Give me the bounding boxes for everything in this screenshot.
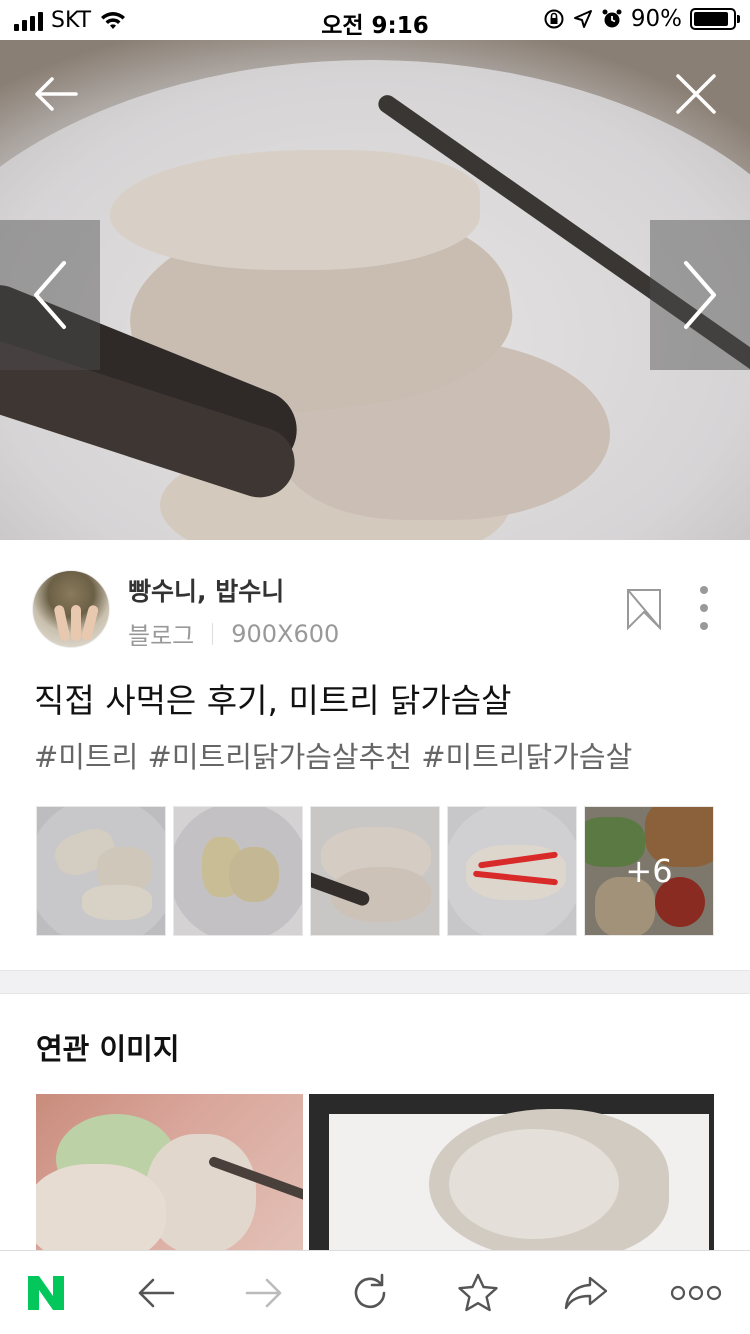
related-images-title: 연관 이미지	[36, 1032, 180, 1066]
back-arrow-icon	[138, 1278, 175, 1308]
reload-icon	[354, 1273, 386, 1309]
thumbnail-more[interactable]: +6	[584, 806, 714, 936]
naver-home-icon	[28, 1276, 64, 1310]
post-info: 빵수니, 밥수니 블로그 900X600 직접 사먹은 후기, 미트리 닭가슴살…	[0, 540, 750, 970]
back-button[interactable]	[28, 70, 84, 118]
chevron-right-icon	[684, 261, 716, 329]
reload-button[interactable]	[346, 1271, 394, 1315]
alarm-icon	[602, 9, 622, 28]
post-title[interactable]: 직접 사먹은 후기, 미트리 닭가슴살	[34, 674, 512, 722]
next-image-button[interactable]	[650, 220, 750, 370]
battery-percent: 90%	[630, 6, 682, 32]
thumbnail[interactable]	[447, 806, 577, 936]
share-icon	[564, 1276, 608, 1310]
more-icon	[670, 1285, 722, 1301]
meta-divider	[212, 622, 214, 645]
forward-nav-button[interactable]	[240, 1271, 288, 1315]
chevron-left-icon	[34, 261, 66, 329]
prev-image-button[interactable]	[0, 220, 100, 370]
bookmark-icon[interactable]	[626, 588, 662, 630]
thumbnail[interactable]	[173, 806, 303, 936]
section-divider	[0, 970, 750, 994]
hero-image[interactable]	[0, 40, 750, 540]
status-right: 90%	[543, 6, 740, 32]
back-nav-button[interactable]	[132, 1271, 180, 1315]
more-options-icon[interactable]	[695, 586, 713, 630]
battery-icon	[690, 8, 740, 30]
avatar-detail	[80, 604, 100, 642]
arrow-left-icon	[35, 77, 78, 111]
close-button[interactable]	[672, 70, 720, 118]
avatar[interactable]	[32, 570, 110, 648]
share-button[interactable]	[562, 1271, 610, 1315]
naver-home-button[interactable]	[22, 1271, 70, 1315]
related-image[interactable]	[309, 1094, 714, 1254]
post-tags[interactable]: #미트리 #미트리닭가슴살추천 #미트리닭가슴살	[34, 734, 632, 776]
star-icon	[458, 1273, 498, 1312]
location-icon	[573, 10, 592, 28]
favorite-button[interactable]	[454, 1271, 502, 1315]
close-icon	[676, 74, 716, 114]
avatar-detail	[71, 605, 81, 641]
source-label[interactable]: 블로그	[128, 616, 194, 651]
author-name[interactable]: 빵수니, 밥수니	[128, 572, 284, 608]
orientation-lock-icon	[544, 9, 564, 29]
status-bar: SKT 오전 9:16 90%	[0, 0, 750, 40]
related-image[interactable]	[36, 1094, 303, 1254]
thumbnail[interactable]	[310, 806, 440, 936]
forward-arrow-icon	[245, 1278, 282, 1308]
battery-fill	[694, 12, 729, 26]
post-meta: 블로그 900X600	[128, 616, 339, 651]
thumbnail-strip: +6	[36, 806, 714, 936]
avatar-detail	[53, 604, 71, 642]
image-dimensions: 900X600	[231, 619, 340, 648]
thumbnail[interactable]	[36, 806, 166, 936]
bottom-toolbar	[0, 1250, 750, 1334]
more-button[interactable]	[668, 1271, 724, 1315]
more-images-count: +6	[585, 807, 713, 935]
